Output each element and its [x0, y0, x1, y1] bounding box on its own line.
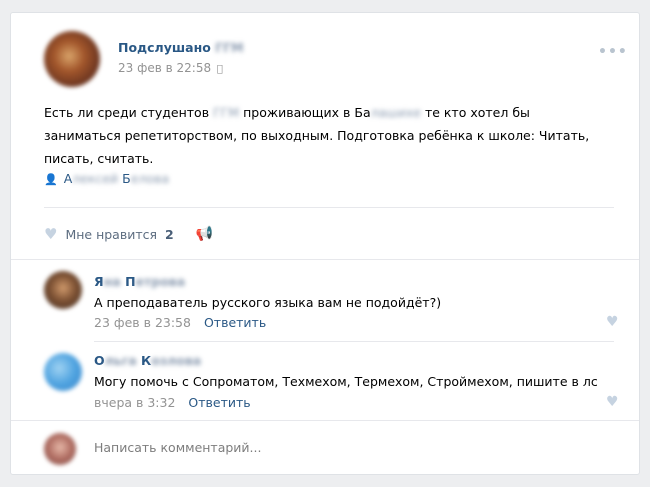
- comment-author-blurred: льга: [104, 353, 137, 368]
- comment-avatar[interactable]: [44, 271, 82, 309]
- signer-name: Б: [122, 171, 131, 186]
- post-text-part: проживающих в Ба: [243, 105, 371, 120]
- comment-author: Я: [94, 274, 104, 289]
- comment-author: П: [125, 274, 136, 289]
- comment-input[interactable]: Написать комментарий...: [94, 440, 261, 455]
- like-bar: ♥ Мне нравится 2 📢: [44, 225, 213, 243]
- post-timestamp[interactable]: 23 фев в 22:58 : [118, 61, 223, 75]
- comment-author-blurred: озлова: [151, 353, 202, 368]
- reply-button[interactable]: Ответить: [204, 315, 266, 330]
- comment-meta: вчера в 3:32 Ответить: [94, 395, 251, 410]
- post-signer-link[interactable]: 👤 Алексей Белова: [44, 171, 169, 186]
- reply-button[interactable]: Ответить: [188, 395, 250, 410]
- divider: [11, 420, 639, 421]
- heart-icon[interactable]: ♥: [44, 225, 57, 243]
- comment-avatar[interactable]: [44, 353, 82, 391]
- comment-author-link[interactable]: Ольга Козлова: [94, 353, 201, 368]
- comment-author-link[interactable]: Яна Петрова: [94, 274, 185, 289]
- divider: [44, 207, 614, 208]
- post-text: Есть ли среди студентов ГГМ проживающих …: [44, 101, 604, 170]
- heart-icon[interactable]: ♥: [606, 394, 619, 410]
- like-button[interactable]: Мне нравится: [65, 227, 157, 242]
- like-count[interactable]: 2: [165, 227, 174, 242]
- community-avatar[interactable]: [44, 31, 100, 87]
- comment-author: О: [94, 353, 105, 368]
- author-name: Подслушано: [118, 40, 211, 55]
- post-time-text: 23 фев в 22:58: [118, 61, 212, 75]
- divider: [94, 341, 614, 342]
- apple-icon: : [217, 64, 223, 75]
- post-text-blurred: лашихе: [370, 105, 421, 120]
- signer-name-blurred: елова: [130, 171, 170, 186]
- comment-text: Могу помочь с Сопроматом, Техмехом, Терм…: [94, 374, 598, 389]
- signer-name: А: [63, 171, 73, 186]
- author-name-blurred: ГГМ: [215, 40, 244, 55]
- post-text-part: Есть ли среди студентов: [44, 105, 210, 120]
- megaphone-icon[interactable]: 📢: [196, 226, 213, 242]
- more-dots-icon[interactable]: •••: [598, 44, 628, 60]
- comment-meta: 23 фев в 23:58 Ответить: [94, 315, 266, 330]
- post-author-link[interactable]: Подслушано ГГМ: [118, 40, 244, 55]
- comment-author: К: [141, 353, 152, 368]
- divider: [11, 259, 639, 260]
- comment-time[interactable]: 23 фев в 23:58: [94, 315, 191, 330]
- person-icon: 👤: [44, 173, 58, 186]
- heart-icon[interactable]: ♥: [606, 314, 619, 330]
- signer-name-blurred: лексей: [72, 171, 119, 186]
- comment-text: А преподаватель русского языка вам не по…: [94, 295, 442, 310]
- comment-author-blurred: на: [103, 274, 121, 289]
- post-card: Подслушано ГГМ 23 фев в 22:58  ••• Есть…: [10, 12, 640, 475]
- comment-author-blurred: етрова: [135, 274, 186, 289]
- comment-time[interactable]: вчера в 3:32: [94, 395, 175, 410]
- current-user-avatar: [44, 433, 76, 465]
- post-text-blurred: ГГМ: [213, 105, 240, 120]
